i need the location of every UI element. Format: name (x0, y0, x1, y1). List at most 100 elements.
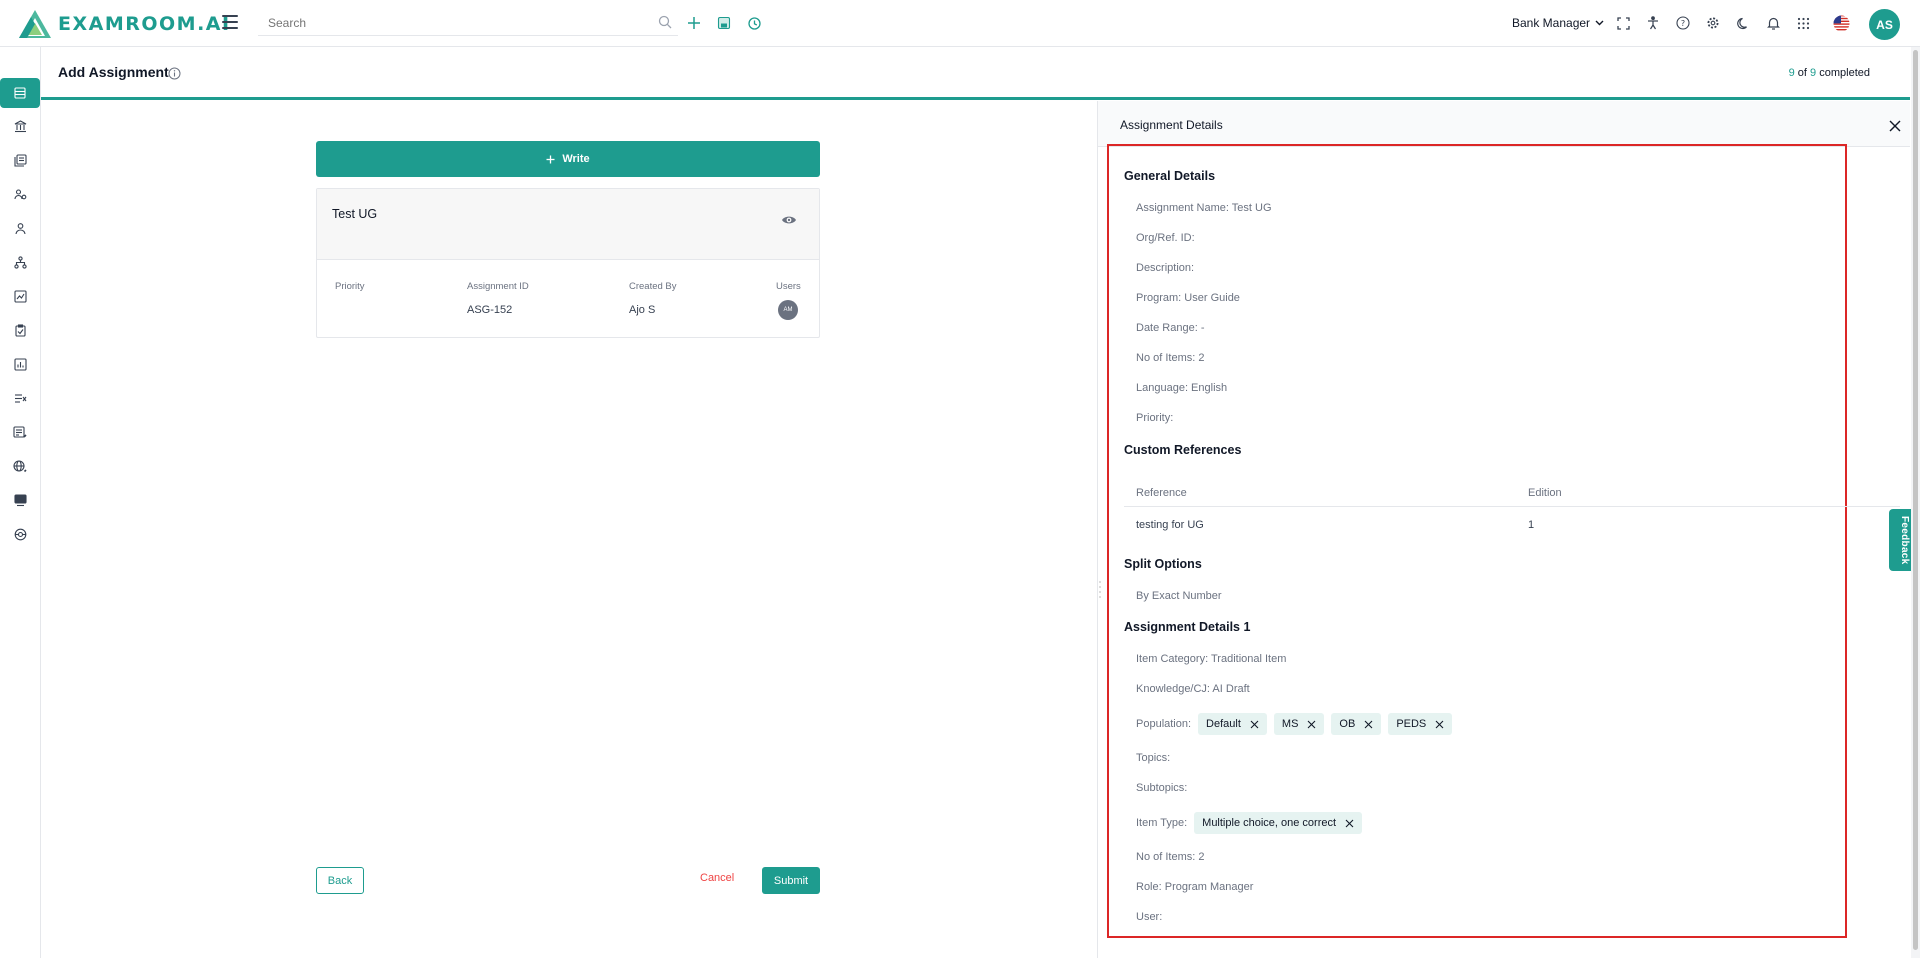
help-icon[interactable]: ? (1674, 14, 1692, 32)
population-row: Population: Default MS OB PEDS (1136, 713, 1453, 735)
role-select[interactable]: Bank Manager (1512, 16, 1604, 30)
page-header: Add Assignment 9 of 9 completed (41, 47, 1910, 100)
detail-assignment-name: Assignment Name: Test UG (1136, 202, 1272, 214)
progress-suffix: completed (1819, 67, 1870, 79)
accessibility-icon[interactable] (1644, 14, 1662, 32)
created-by-label: Created By (629, 281, 677, 292)
edition-value: 1 (1528, 519, 1535, 531)
close-icon[interactable] (1888, 119, 1902, 133)
list-edit-icon (14, 393, 26, 403)
remove-chip-icon[interactable] (1307, 720, 1316, 729)
write-button[interactable]: Write (316, 141, 820, 177)
resize-handle-icon[interactable] (1098, 578, 1102, 602)
progress-of: of (1797, 67, 1807, 79)
fullscreen-icon[interactable] (1614, 14, 1632, 32)
sidebar-item-tasks[interactable] (8, 318, 32, 342)
user-avatar-small[interactable]: AM (778, 300, 798, 320)
general-details-heading: General Details (1124, 169, 1216, 183)
plus-icon (546, 155, 555, 163)
detail-program: Program: User Guide (1136, 292, 1240, 304)
population-chip: MS (1273, 713, 1325, 735)
remove-chip-icon[interactable] (1345, 819, 1354, 828)
reference-value: testing for UG (1136, 519, 1204, 531)
progress-total: 9 (1810, 67, 1817, 79)
priority-column: Priority (335, 281, 365, 304)
sidebar-item-profile[interactable] (8, 216, 32, 240)
user-avatar[interactable]: AS (1869, 9, 1900, 40)
us-flag-icon[interactable] (1832, 14, 1850, 32)
custom-references-heading: Custom References (1124, 443, 1242, 457)
info-icon[interactable] (168, 67, 181, 80)
population-label: Population: (1136, 718, 1192, 730)
logo[interactable]: EXAMROOM.AI (18, 8, 231, 40)
detail-role: Role: Program Manager (1136, 881, 1254, 893)
users-icon (13, 188, 26, 199)
sidebar-item-templates[interactable] (8, 420, 32, 444)
write-button-label: Write (562, 153, 590, 165)
left-sidebar (0, 47, 41, 958)
list-icon (14, 87, 26, 99)
detail-topics: Topics: (1136, 752, 1171, 764)
sidebar-item-network[interactable] (8, 522, 32, 546)
detail-description: Description: (1136, 262, 1195, 274)
assignment-card-title: Test UG (332, 207, 378, 221)
sidebar-item-certificates[interactable] (8, 488, 32, 512)
sidebar-item-analytics[interactable] (8, 284, 32, 308)
sidebar-item-users[interactable] (8, 182, 32, 206)
assignment-id-value: ASG-152 (467, 304, 513, 316)
menu-toggle-icon[interactable] (222, 15, 238, 29)
chip-label: PEDS (1396, 718, 1427, 730)
logo-mark-icon (19, 10, 51, 38)
chevron-down-icon (1595, 20, 1604, 26)
add-icon[interactable] (685, 14, 703, 32)
sidebar-item-item-writer[interactable] (8, 386, 32, 410)
history-icon[interactable] (745, 14, 763, 32)
detail-language: Language: English (1136, 382, 1228, 394)
progress-done: 9 (1788, 67, 1795, 79)
person-icon (14, 222, 26, 234)
globe-icon (13, 459, 27, 472)
eye-icon[interactable] (781, 214, 797, 226)
item-type-row: Item Type: Multiple choice, one correct (1136, 812, 1363, 834)
detail-org-ref: Org/Ref. ID: (1136, 232, 1195, 244)
population-chip: Default (1198, 713, 1267, 735)
back-button[interactable]: Back (316, 867, 364, 894)
sidebar-item-library[interactable] (8, 148, 32, 172)
split-options-heading: Split Options (1124, 557, 1202, 571)
panel-divider (1097, 101, 1098, 958)
page-title: Add Assignment (58, 64, 169, 80)
split-option-value: By Exact Number (1136, 590, 1222, 602)
completion-progress: 9 of 9 completed (1789, 67, 1870, 79)
search-input[interactable] (258, 15, 638, 30)
detail-no-items-2: No of Items: 2 (1136, 851, 1205, 863)
cancel-button[interactable]: Cancel (700, 872, 734, 884)
users-label: Users (776, 281, 801, 292)
remove-chip-icon[interactable] (1364, 720, 1373, 729)
remove-chip-icon[interactable] (1250, 720, 1259, 729)
search-bar (258, 10, 678, 36)
sidebar-item-global[interactable] (8, 454, 32, 478)
certificate-icon (13, 493, 27, 506)
chip-label: MS (1281, 718, 1299, 730)
notification-bell-icon[interactable] (1764, 14, 1782, 32)
settings-gear-icon[interactable] (1704, 14, 1722, 32)
sidebar-item-reports[interactable] (8, 352, 32, 376)
assignment-details-1-heading: Assignment Details 1 (1124, 620, 1251, 634)
dark-mode-moon-icon[interactable] (1734, 14, 1752, 32)
details-panel-header: Assignment Details (1098, 101, 1910, 147)
document-edit-icon (13, 425, 27, 438)
submit-button[interactable]: Submit (762, 867, 820, 894)
apps-grid-icon[interactable] (1794, 14, 1812, 32)
population-chip: OB (1331, 713, 1382, 735)
search-icon[interactable] (658, 15, 672, 29)
item-type-chip: Multiple choice, one correct (1194, 812, 1363, 834)
feedback-label: Feedback (1899, 515, 1910, 565)
sidebar-item-hierarchy[interactable] (8, 250, 32, 274)
scrollbar-thumb[interactable] (1913, 50, 1918, 950)
logo-text: EXAMROOM.AI (58, 13, 231, 35)
sidebar-item-assignments[interactable] (0, 78, 40, 108)
sidebar-item-bank[interactable] (8, 114, 32, 138)
remove-chip-icon[interactable] (1435, 720, 1444, 729)
svg-text:?: ? (1681, 19, 1685, 28)
save-icon[interactable] (715, 14, 733, 32)
